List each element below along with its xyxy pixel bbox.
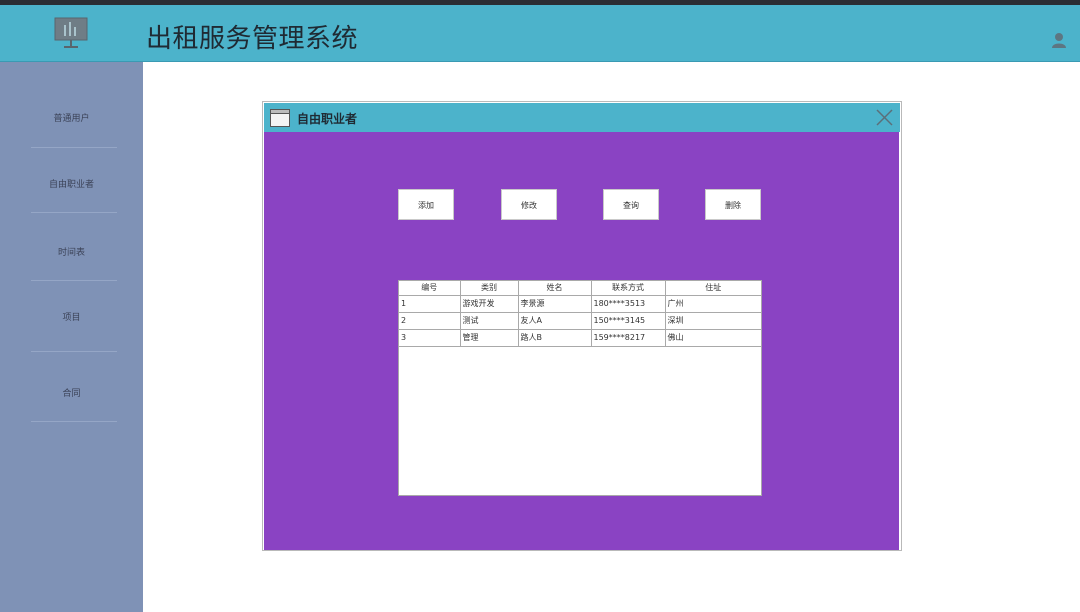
sidebar-divider — [31, 351, 117, 352]
sidebar-item-freelancers[interactable]: 自由职业者 — [0, 177, 143, 197]
table-cell[interactable]: 1 — [399, 295, 461, 313]
column-header-contact[interactable]: 联系方式 — [591, 281, 666, 296]
presentation-board-icon — [54, 17, 88, 48]
window-icon — [270, 109, 290, 127]
sidebar-divider — [31, 147, 117, 148]
close-icon[interactable] — [876, 109, 893, 126]
table-cell[interactable]: 2 — [399, 312, 461, 330]
sidebar-item-regular-users[interactable]: 普通用户 — [0, 111, 143, 131]
column-header-id[interactable]: 编号 — [399, 281, 461, 296]
table-cell[interactable]: 150****3145 — [591, 312, 666, 330]
table-cell[interactable]: 159****8217 — [591, 329, 666, 347]
sidebar-item-label: 项目 — [62, 313, 81, 323]
table-row[interactable]: 2 测试 友人A 150****3145 深圳 — [399, 312, 761, 330]
delete-button[interactable]: 删除 — [705, 189, 761, 220]
dialog-body: 添加 修改 查询 删除 编号 类别 姓名 联系方式 住址 1 游戏开发 李景源 … — [264, 132, 899, 550]
app-title: 出租服务管理系统 — [146, 24, 359, 54]
dialog-title: 自由职业者 — [297, 112, 358, 126]
sidebar-item-label: 自由职业者 — [48, 180, 94, 190]
sidebar-item-projects[interactable]: 项目 — [0, 310, 143, 330]
sidebar-item-contracts[interactable]: 合同 — [0, 386, 143, 406]
table-cell[interactable]: 游戏开发 — [460, 295, 519, 313]
add-button[interactable]: 添加 — [398, 189, 454, 220]
app-header: 出租服务管理系统 — [0, 5, 1080, 62]
sidebar: 普通用户 自由职业者 时间表 项目 合同 — [0, 62, 143, 612]
sidebar-item-schedule[interactable]: 时间表 — [0, 245, 143, 265]
table-cell[interactable]: 管理 — [460, 329, 519, 347]
table-cell[interactable]: 深圳 — [665, 312, 761, 330]
table-row[interactable]: 1 游戏开发 李景源 180****3513 广州 — [399, 295, 761, 313]
query-button[interactable]: 查询 — [603, 189, 659, 220]
table-cell[interactable]: 测试 — [460, 312, 519, 330]
table-cell[interactable]: 佛山 — [665, 329, 761, 347]
edit-button[interactable]: 修改 — [501, 189, 557, 220]
table-header-row: 编号 类别 姓名 联系方式 住址 — [399, 281, 761, 296]
table-cell[interactable]: 广州 — [665, 295, 761, 313]
sidebar-divider — [31, 212, 117, 213]
freelancer-table[interactable]: 编号 类别 姓名 联系方式 住址 1 游戏开发 李景源 180****3513 … — [398, 280, 762, 496]
table-cell[interactable]: 3 — [399, 329, 461, 347]
column-header-category[interactable]: 类别 — [460, 281, 519, 296]
dialog-titlebar[interactable]: 自由职业者 — [264, 103, 900, 132]
column-header-name[interactable]: 姓名 — [518, 281, 592, 296]
table-row[interactable]: 3 管理 路人B 159****8217 佛山 — [399, 329, 761, 347]
sidebar-item-label: 时间表 — [57, 248, 85, 258]
user-icon[interactable] — [1051, 32, 1067, 48]
table-cell[interactable]: 李景源 — [518, 295, 592, 313]
column-header-address[interactable]: 住址 — [665, 281, 761, 296]
table-cell[interactable]: 路人B — [518, 329, 592, 347]
sidebar-item-label: 普通用户 — [53, 114, 90, 124]
table-cell[interactable]: 180****3513 — [591, 295, 666, 313]
sidebar-divider — [31, 421, 117, 422]
freelancer-dialog: 自由职业者 添加 修改 查询 删除 编号 类别 姓名 联系方式 住址 1 游戏开… — [262, 101, 902, 551]
table-cell[interactable]: 友人A — [518, 312, 592, 330]
sidebar-divider — [31, 280, 117, 281]
sidebar-item-label: 合同 — [62, 389, 81, 399]
